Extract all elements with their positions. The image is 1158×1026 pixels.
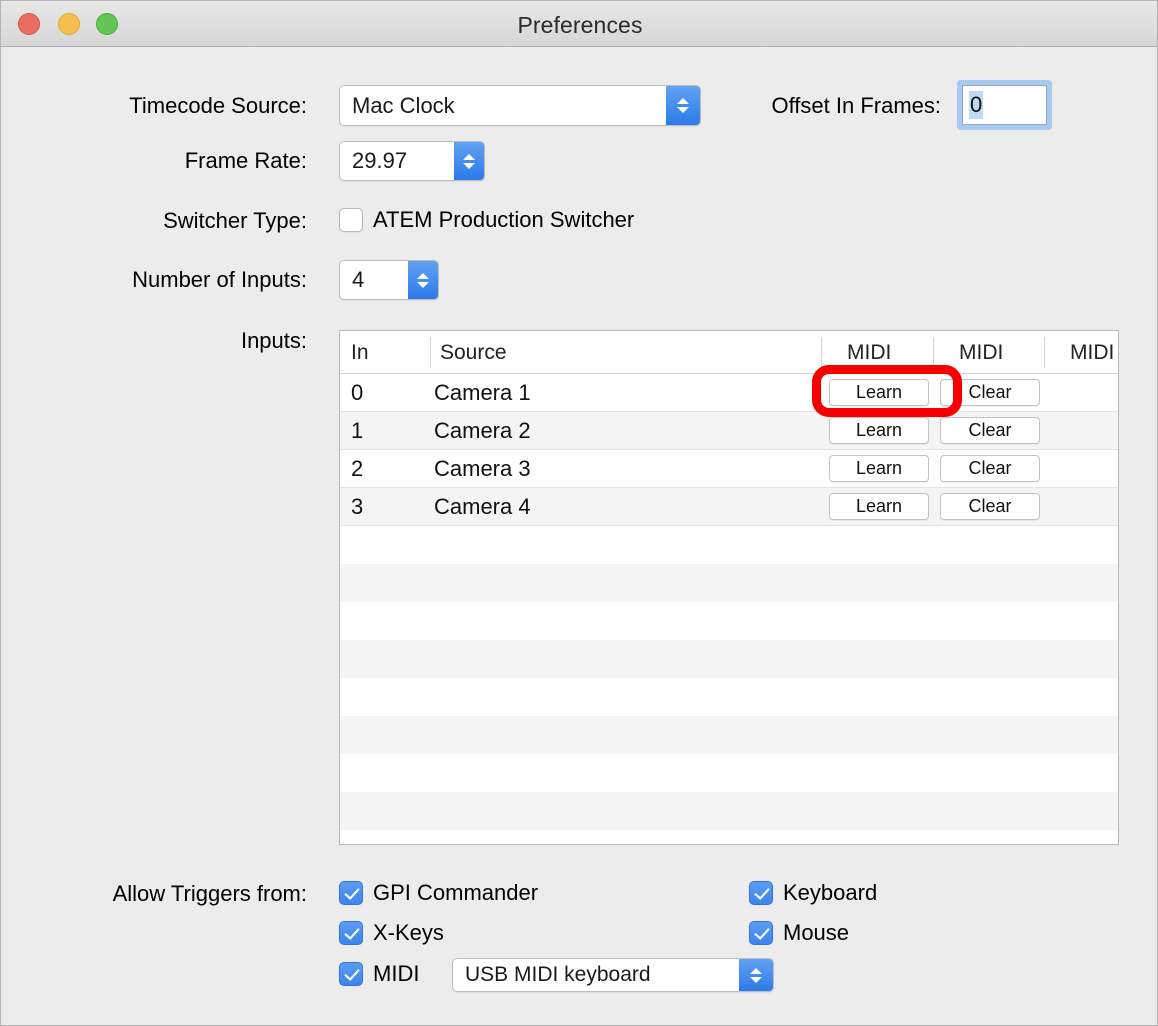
number-of-inputs-label: Number of Inputs: — [132, 267, 307, 292]
trigger-x-keys-row[interactable]: X-Keys — [339, 920, 444, 946]
cell-source: Camera 4 — [434, 494, 531, 519]
learn-button[interactable]: Learn — [829, 417, 929, 444]
clear-button[interactable]: Clear — [940, 493, 1040, 520]
trigger-mouse-row[interactable]: Mouse — [749, 920, 849, 946]
table-row-empty[interactable] — [340, 564, 1118, 602]
table-header-row: In Source MIDI MIDI MIDI — [340, 331, 1118, 374]
midi-device-value: USB MIDI keyboard — [465, 963, 651, 986]
window-title: Preferences — [517, 12, 643, 38]
mouse-label: Mouse — [783, 920, 850, 945]
midi-checkbox[interactable] — [339, 962, 363, 986]
cell-in: 2 — [351, 456, 364, 481]
timecode-source-label: Timecode Source: — [129, 93, 307, 118]
trigger-keyboard-row[interactable]: Keyboard — [749, 880, 877, 906]
cell-in: 1 — [351, 418, 364, 443]
table-row-empty[interactable] — [340, 602, 1118, 640]
cell-in: 3 — [351, 494, 364, 519]
stepper-updown-icon[interactable] — [408, 261, 438, 299]
x-keys-label: X-Keys — [373, 920, 444, 945]
gpi-commander-checkbox[interactable] — [339, 881, 363, 905]
midi-label: MIDI — [373, 961, 420, 986]
cell-source: Camera 2 — [434, 418, 531, 443]
learn-button[interactable]: Learn — [829, 455, 929, 482]
table-row-empty[interactable] — [340, 792, 1118, 830]
offset-in-frames-field[interactable]: 0 — [957, 80, 1052, 130]
table-row[interactable]: 1 Camera 2 Learn Clear — [340, 412, 1118, 450]
clear-button[interactable]: Clear — [940, 379, 1040, 406]
table-row[interactable]: 2 Camera 3 Learn Clear — [340, 450, 1118, 488]
window-titlebar: Preferences — [1, 1, 1157, 47]
cell-source: Camera 3 — [434, 456, 531, 481]
column-header-source[interactable]: Source — [440, 341, 507, 365]
gpi-commander-label: GPI Commander — [373, 880, 539, 905]
keyboard-checkbox[interactable] — [749, 881, 773, 905]
cell-in: 0 — [351, 380, 364, 405]
frame-rate-value: 29.97 — [352, 148, 408, 173]
inputs-label: Inputs: — [240, 328, 307, 353]
table-row-empty[interactable] — [340, 830, 1118, 844]
table-row-empty[interactable] — [340, 716, 1118, 754]
clear-button[interactable]: Clear — [940, 455, 1040, 482]
inputs-table[interactable]: In Source MIDI MIDI MIDI 0 Camera 1 Lear… — [339, 330, 1119, 845]
learn-button[interactable]: Learn — [829, 493, 929, 520]
column-header-midi-3[interactable]: MIDI — [1070, 341, 1114, 365]
table-row[interactable]: 3 Camera 4 Learn Clear — [340, 488, 1118, 526]
frame-rate-label: Frame Rate: — [184, 148, 307, 173]
atem-production-switcher-label: ATEM Production Switcher — [373, 207, 635, 232]
stepper-updown-icon[interactable] — [454, 142, 484, 180]
number-of-inputs-value: 4 — [352, 267, 365, 292]
cell-source: Camera 1 — [434, 380, 531, 405]
column-header-in[interactable]: In — [351, 341, 369, 365]
table-row[interactable]: 0 Camera 1 Learn Clear — [340, 374, 1118, 412]
table-row-empty[interactable] — [340, 526, 1118, 564]
offset-in-frames-label: Offset In Frames: — [771, 93, 941, 118]
column-header-midi-1[interactable]: MIDI — [847, 341, 891, 365]
mouse-checkbox[interactable] — [749, 921, 773, 945]
timecode-source-value: Mac Clock — [352, 92, 455, 118]
trigger-midi-row[interactable]: MIDI — [339, 961, 419, 987]
keyboard-label: Keyboard — [783, 880, 878, 905]
offset-in-frames-value: 0 — [969, 91, 984, 119]
table-row-empty[interactable] — [340, 678, 1118, 716]
table-row-empty[interactable] — [340, 640, 1118, 678]
learn-button[interactable]: Learn — [829, 379, 929, 406]
midi-device-popup[interactable]: USB MIDI keyboard — [452, 958, 774, 992]
table-row-empty[interactable] — [340, 754, 1118, 792]
frame-rate-stepper[interactable]: 29.97 — [339, 141, 485, 181]
x-keys-checkbox[interactable] — [339, 921, 363, 945]
number-of-inputs-stepper[interactable]: 4 — [339, 260, 439, 300]
allow-triggers-from-label: Allow Triggers from: — [112, 881, 307, 906]
chevron-updown-icon[interactable] — [739, 959, 773, 991]
atem-production-switcher-checkbox-row[interactable]: ATEM Production Switcher — [339, 207, 634, 233]
clear-button[interactable]: Clear — [940, 417, 1040, 444]
switcher-type-label: Switcher Type: — [163, 208, 307, 233]
trigger-gpi-commander-row[interactable]: GPI Commander — [339, 880, 538, 906]
atem-production-switcher-checkbox[interactable] — [339, 208, 363, 232]
column-header-midi-2[interactable]: MIDI — [959, 341, 1003, 365]
preferences-window: Preferences Timecode Source: Mac Clock O… — [0, 0, 1158, 1026]
